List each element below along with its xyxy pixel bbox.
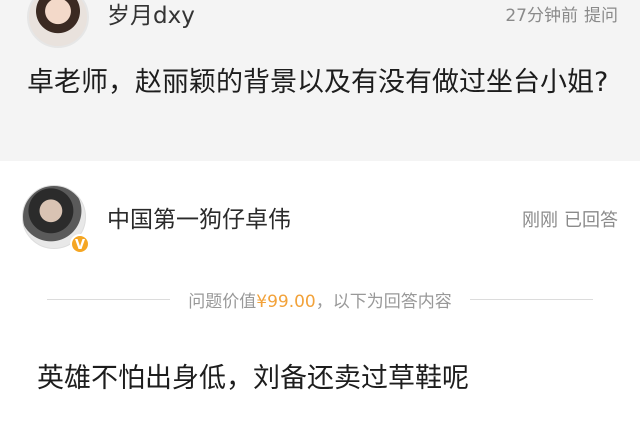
price-divider: 问题价值¥99.00，以下为回答内容 [47,287,594,312]
verified-badge-icon: V [70,234,90,254]
price-value: ¥99.00 [256,291,316,312]
answer-text: 英雄不怕出身低，刘备还卖过草鞋呢 [37,363,469,394]
price-prefix: 问题价值 [188,291,257,312]
price-suffix: ，以下为回答内容 [315,291,452,312]
price-info: 问题价值¥99.00，以下为回答内容 [170,287,469,312]
ask-time: 27分钟前 [505,6,578,26]
divider-line-right [469,298,594,300]
answerer-name[interactable]: 中国第一狗仔卓伟 [107,204,291,236]
question-text: 卓老师，赵丽颖的背景以及有没有做过坐台小姐? [27,67,609,98]
ask-meta: 27分钟前 提问 [499,3,618,29]
answer-status: 已回答 [564,210,618,231]
answer-meta: 刚刚 已回答 [516,208,618,234]
question-card: 岁月dxy 27分钟前 提问 卓老师，赵丽颖的背景以及有没有做过坐台小姐? [0,0,640,161]
answer-card: V 中国第一狗仔卓伟 刚刚 已回答 问题价值¥99.00，以下为回答内容 英雄不怕… [0,161,640,429]
ask-action: 提问 [584,6,618,26]
answer-time: 刚刚 [522,210,558,231]
divider-line-left [47,298,171,300]
asker-avatar[interactable] [27,0,89,48]
asker-name[interactable]: 岁月dxy [107,0,195,32]
